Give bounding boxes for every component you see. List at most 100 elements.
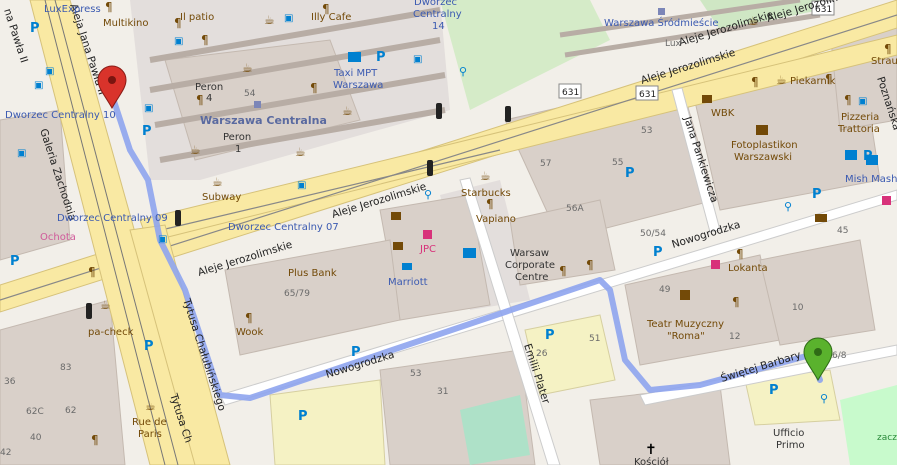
restaurant-icon: ¶ [91,433,99,447]
bicycle-icon: ⚲ [820,392,828,405]
house-number: 50/54 [640,229,666,239]
marker-dot [108,76,116,84]
house-number: 36 [4,377,16,387]
house-number: 55 [612,158,623,168]
bank-icon [702,95,712,103]
poi-il-patio[interactable]: Il patio [180,12,214,23]
map-view[interactable]: 631 631 631 Aleje Jerozolimskie Aleje Je… [0,0,897,465]
poi-warsaw-c[interactable]: Centre [515,272,548,283]
station-label-warszawa-srodmiescie[interactable]: Warszawa Śródmieście [604,16,719,29]
parking-icon: P [653,245,663,260]
poi-taxi-a[interactable]: Taxi MPT [333,68,378,79]
restaurant-icon: ¶ [310,81,318,95]
map-canvas[interactable]: 631 631 631 Aleje Jerozolimskie Aleje Je… [0,0,897,465]
fastfood-icon: ☕ [100,298,111,312]
house-number: 42 [0,448,11,458]
bus-stop-09[interactable]: Dworzec Centralny 09 [57,213,168,224]
house-number: 51 [589,334,600,344]
theatre-icon [680,290,690,300]
bus-stop-icon: ▣ [34,80,43,91]
poi-warsaw-a[interactable]: Warsaw [510,248,549,259]
cinema-icon: ¶ [105,0,113,14]
house-number: 65/79 [284,289,310,299]
house-number: 6/8 [832,351,847,361]
restaurant-icon: ¶ [825,72,833,86]
house-number: 54 [244,89,256,99]
parking-icon: P [769,383,779,398]
bus-stop-icon: ▣ [158,234,167,245]
poi-fotoplastikon-b[interactable]: Warszawski [734,152,792,163]
poi-taxi-b[interactable]: Warszawa [333,80,383,91]
traffic-light-icon [175,210,181,226]
church-icon: ✝ [645,442,657,458]
pharmacy-icon [882,196,891,205]
poi-ochota[interactable]: Ochota [40,232,76,243]
parking-icon: P [10,254,20,269]
poi-jpc[interactable]: JPC [419,244,436,255]
parking-icon: P [144,339,154,354]
bus-stop-07[interactable]: Dworzec Centralny 07 [228,222,339,233]
station-label-warszawa-centralna[interactable]: Warszawa Centralna [200,114,327,127]
restaurant-icon: ¶ [322,2,330,16]
building-entrance-icon [393,242,403,250]
museum-icon [756,125,768,135]
poi-rue-a[interactable]: Rue de [132,417,167,428]
bed-icon [402,263,412,270]
bus-stop-icon: ▣ [174,36,183,47]
house-number: 53 [410,369,421,379]
bus-stop-icon: ▣ [858,96,867,107]
poi-ufficio-b[interactable]: Primo [776,440,805,451]
restaurant-icon: ¶ [196,93,204,107]
svg-text:631: 631 [562,88,579,98]
parking-icon: P [376,50,386,65]
restaurant-icon: ¶ [586,258,594,272]
parking-icon: P [298,409,308,424]
bus-stop-icon: ▣ [17,148,26,159]
bus-stop-10[interactable]: Dworzec Centralny 10 [5,110,116,121]
restaurant-icon: ¶ [844,93,852,107]
hotel-icon [391,212,401,220]
poi-wook[interactable]: Wook [236,327,264,338]
cafe-icon: ☕ [212,175,223,189]
traffic-light-icon [505,106,511,122]
svg-text:631: 631 [639,90,656,100]
poi-marriott[interactable]: Marriott [388,277,428,288]
parking-nowogrodzka [269,379,386,465]
poi-multikino[interactable]: Multikino [103,18,148,29]
peron1-name: Peron [223,132,251,143]
poi-teatr-b[interactable]: "Roma" [667,331,705,342]
bicycle-icon: ⚲ [459,65,467,78]
cafe-icon: ☕ [776,73,787,87]
parking-icon: P [545,328,555,343]
bus-stop-14-b[interactable]: Centralny [413,9,462,20]
poi-luxexpress[interactable]: LuxExpress [44,4,101,15]
house-number: 45 [837,226,848,236]
poi-pizzeria-a[interactable]: Pizzeria [841,112,879,123]
poi-ufficio-a[interactable]: Ufficio [773,428,804,439]
pharmacy-icon [711,260,720,269]
poi-mish-mash[interactable]: Mish Mash [845,174,897,185]
bus-stop-14-c[interactable]: 14 [432,21,445,32]
poi-pa-check[interactable]: pa-check [88,327,134,338]
poi-pizzeria-b[interactable]: Trattoria [837,124,880,135]
bus-stop-icon: ▣ [144,103,153,114]
restaurant-icon: ¶ [88,265,96,279]
restaurant-icon: ¶ [486,197,494,211]
poi-fotoplastikon-a[interactable]: Fotoplastikon [731,140,798,151]
poi-lokanta[interactable]: Lokanta [728,263,768,274]
house-number: 53 [641,126,652,136]
poi-illy-cafe[interactable]: Illy Cafe [311,12,351,23]
poi-vapiano[interactable]: Vapiano [476,214,516,225]
poi-wbk[interactable]: WBK [711,108,735,119]
bicycle-icon: ⚲ [424,188,432,201]
subway-label: Subway [202,192,241,203]
house-number: 40 [30,433,42,443]
poi-teatr-a[interactable]: Teatr Muzyczny [646,319,724,330]
poi-plus-bank[interactable]: Plus Bank [288,268,337,279]
poi-warsaw-b[interactable]: Corporate [505,260,555,271]
bus-stop-icon: ▣ [45,66,54,77]
bus-stop-14-a[interactable]: Dworzec [414,0,457,8]
peron1-num: 1 [235,144,241,155]
poi-straub[interactable]: Straub [871,56,897,67]
poi-rue-b[interactable]: Paris [138,429,162,440]
